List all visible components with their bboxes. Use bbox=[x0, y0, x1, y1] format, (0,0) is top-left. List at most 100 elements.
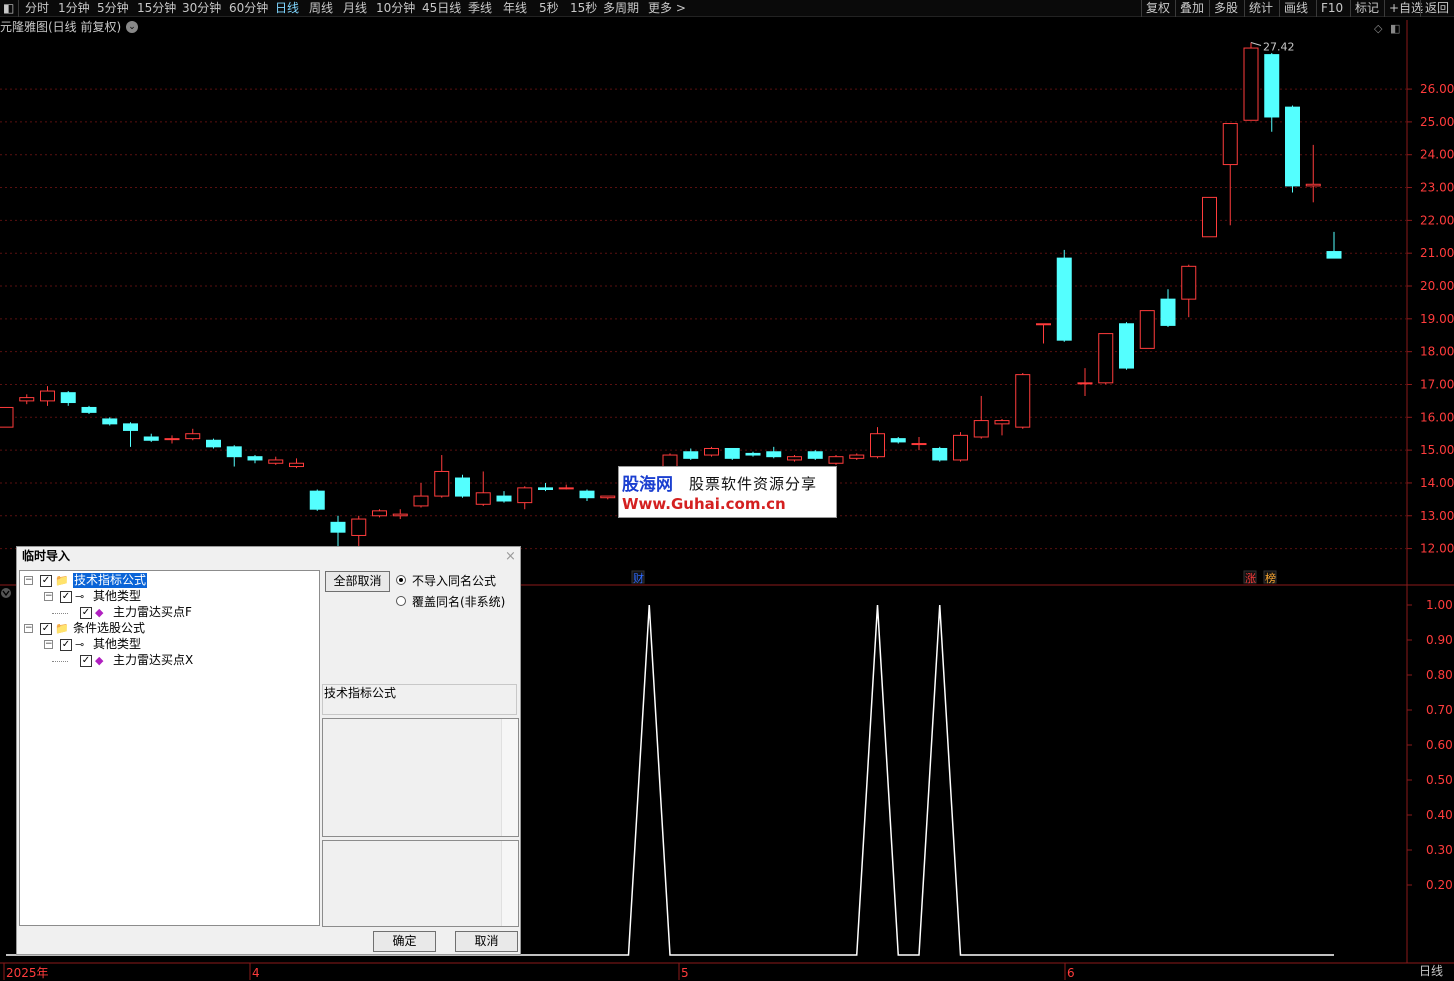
toolbar-button-2[interactable]: 多股 bbox=[1209, 0, 1242, 17]
period-tab-16[interactable]: 更多 > bbox=[648, 0, 686, 17]
event-marker[interactable]: 涨 bbox=[1245, 572, 1256, 585]
collapse-icon[interactable]: − bbox=[24, 576, 33, 585]
watermark-logo: 股海网 股票软件资源分享 Www.Guhai.com.cn bbox=[618, 466, 837, 518]
toolbar-button-6[interactable]: 标记 bbox=[1350, 0, 1383, 17]
candle-body bbox=[662, 454, 678, 468]
candle-body bbox=[1202, 196, 1217, 238]
radio-skip-same-name[interactable] bbox=[396, 575, 406, 585]
checkbox[interactable]: ✓ bbox=[80, 607, 92, 619]
scrollbar[interactable] bbox=[501, 841, 518, 926]
candle-body bbox=[392, 513, 408, 517]
close-icon[interactable]: × bbox=[504, 550, 517, 563]
ok-button[interactable]: 确定 bbox=[373, 931, 436, 952]
tree-item[interactable]: ✓ ◆ 主力雷达买点F bbox=[20, 605, 318, 621]
period-tab-3[interactable]: 15分钟 bbox=[137, 0, 176, 17]
period-tab-7[interactable]: 周线 bbox=[309, 0, 333, 17]
indicator-tick-label: 0.80 bbox=[1426, 668, 1453, 682]
candle-body bbox=[81, 406, 97, 413]
candle-body bbox=[206, 439, 221, 448]
diamond-icon[interactable]: ◇ bbox=[1374, 22, 1383, 35]
tree-item-label[interactable]: 其他类型 bbox=[93, 589, 141, 604]
toolbar-button-0[interactable]: 复权 bbox=[1141, 0, 1174, 17]
candle-body bbox=[351, 518, 367, 536]
candle-body bbox=[890, 438, 906, 443]
period-tab-8[interactable]: 月线 bbox=[343, 0, 367, 17]
watermark-tagline: 股票软件资源分享 bbox=[689, 475, 818, 493]
price-tick-label: 19.00 bbox=[1420, 312, 1454, 326]
candle-body bbox=[1077, 382, 1093, 385]
candle-body bbox=[226, 446, 242, 458]
period-tab-6[interactable]: 日线 bbox=[275, 0, 299, 17]
period-tab-0[interactable]: 分时 bbox=[25, 0, 49, 17]
candle-body bbox=[704, 447, 719, 456]
tree-item[interactable]: − ✓ ⊸ 其他类型 bbox=[20, 589, 318, 605]
checkbox[interactable]: ✓ bbox=[60, 591, 72, 603]
radio-overwrite-same-name[interactable] bbox=[396, 596, 406, 606]
period-tab-2[interactable]: 5分钟 bbox=[97, 0, 129, 17]
cancel-button[interactable]: 取消 bbox=[455, 931, 518, 952]
formula-type-icon: ⊸ bbox=[75, 638, 85, 651]
period-tab-12[interactable]: 年线 bbox=[503, 0, 527, 17]
price-tick-label: 12.00 bbox=[1420, 542, 1454, 556]
tree-item[interactable]: ✓ ◆ 主力雷达买点X bbox=[20, 653, 318, 669]
window-toggle-icon[interactable]: ◧ bbox=[1390, 22, 1400, 35]
high-price-label: 27.42 bbox=[1263, 40, 1295, 53]
radio-label-skip[interactable]: 不导入同名公式 bbox=[412, 574, 496, 588]
chevron-down-icon[interactable] bbox=[1, 588, 11, 598]
toggle-panel-icon[interactable]: ◧ bbox=[3, 0, 14, 17]
formula-icon: ◆ bbox=[95, 606, 104, 619]
formula-type-icon: ⊸ bbox=[75, 590, 85, 603]
radio-label-overwrite[interactable]: 覆盖同名(非系统) bbox=[412, 595, 505, 609]
period-tab-4[interactable]: 30分钟 bbox=[182, 0, 221, 17]
candle-body bbox=[1326, 251, 1342, 259]
period-tab-11[interactable]: 季线 bbox=[468, 0, 492, 17]
period-tab-15[interactable]: 多周期 bbox=[603, 0, 639, 17]
tree-item-label[interactable]: 其他类型 bbox=[93, 637, 141, 652]
collapse-icon[interactable]: − bbox=[24, 624, 33, 633]
period-tab-9[interactable]: 10分钟 bbox=[376, 0, 415, 17]
scrollbar[interactable] bbox=[501, 719, 518, 836]
candle-body bbox=[1243, 47, 1259, 121]
candle-body bbox=[1222, 123, 1238, 166]
description-panel[interactable] bbox=[322, 718, 519, 837]
collapse-icon[interactable]: − bbox=[44, 592, 53, 601]
period-tab-5[interactable]: 60分钟 bbox=[229, 0, 268, 17]
candle-body bbox=[1139, 310, 1155, 349]
tree-item[interactable]: − ✓ ⊸ 其他类型 bbox=[20, 637, 318, 653]
collapse-icon[interactable]: − bbox=[44, 640, 53, 649]
candle-body bbox=[1181, 265, 1197, 300]
event-marker[interactable]: 榜 bbox=[1265, 571, 1276, 585]
checkbox[interactable]: ✓ bbox=[60, 639, 72, 651]
candle-body bbox=[870, 433, 885, 458]
formula-icon: ◆ bbox=[95, 654, 104, 667]
period-tab-1[interactable]: 1分钟 bbox=[58, 0, 90, 17]
toolbar-button-5[interactable]: F10 bbox=[1316, 0, 1347, 17]
candle-body bbox=[1036, 323, 1051, 326]
period-tab-13[interactable]: 5秒 bbox=[539, 0, 559, 17]
candle-body bbox=[123, 423, 138, 431]
tree-item[interactable]: − ✓ 📁 条件选股公式 bbox=[20, 621, 318, 637]
price-tick-label: 14.00 bbox=[1420, 476, 1454, 490]
period-label[interactable]: 日线 bbox=[1408, 963, 1454, 979]
event-marker[interactable]: 财 bbox=[633, 571, 644, 585]
candle-body bbox=[372, 510, 387, 517]
date-label: 5 bbox=[681, 966, 689, 980]
price-tick-label: 24.00 bbox=[1420, 148, 1454, 162]
tree-item[interactable]: − ✓ 📁 技术指标公式 bbox=[20, 573, 318, 589]
toolbar-button-8[interactable]: 返回 bbox=[1420, 0, 1453, 17]
toolbar-button-4[interactable]: 画线 bbox=[1279, 0, 1312, 17]
checkbox[interactable]: ✓ bbox=[80, 655, 92, 667]
checkbox[interactable]: ✓ bbox=[40, 623, 52, 635]
period-tab-14[interactable]: 15秒 bbox=[570, 0, 597, 17]
deselect-all-button[interactable]: 全部取消 bbox=[325, 571, 390, 592]
tree-item-label[interactable]: 主力雷达买点X bbox=[113, 653, 193, 668]
checkbox[interactable]: ✓ bbox=[40, 575, 52, 587]
toolbar-button-3[interactable]: 统计 bbox=[1244, 0, 1277, 17]
tree-item-label[interactable]: 技术指标公式 bbox=[73, 573, 148, 588]
tree-item-label[interactable]: 主力雷达买点F bbox=[113, 605, 192, 620]
toolbar-button-1[interactable]: 叠加 bbox=[1175, 0, 1208, 17]
period-tab-10[interactable]: 45日线 bbox=[422, 0, 461, 17]
candle-body bbox=[143, 436, 159, 441]
detail-panel[interactable] bbox=[322, 840, 519, 927]
tree-item-label[interactable]: 条件选股公式 bbox=[73, 621, 145, 636]
